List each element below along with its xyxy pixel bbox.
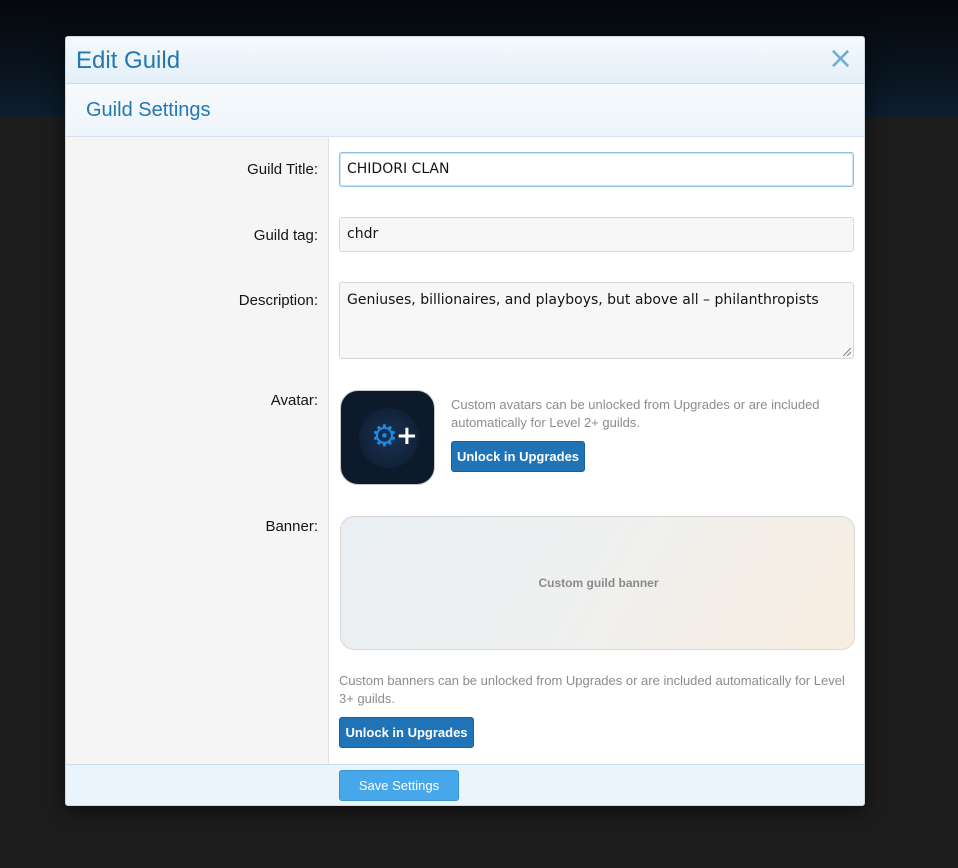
guild-tag-input[interactable]: chdr xyxy=(339,217,854,252)
guild-title-value: CHIDORI CLAN xyxy=(347,161,450,177)
gear-icon: ⚙ xyxy=(371,419,398,454)
guild-banner: Custom guild banner xyxy=(340,516,855,650)
modal-title: Edit Guild xyxy=(76,47,181,74)
modal-header: Edit Guild × xyxy=(66,37,864,84)
description-value: Geniuses, billionaires, and playboys, bu… xyxy=(347,292,819,308)
description-label: Description: xyxy=(238,292,318,309)
guild-tag-label: Guild tag: xyxy=(253,227,318,244)
guild-title-input[interactable]: CHIDORI CLAN xyxy=(339,152,854,187)
edit-guild-modal: Edit Guild × Guild Settings Guild Title:… xyxy=(65,36,865,806)
guild-avatar: ⚙ + xyxy=(340,390,435,485)
avatar-hint: Custom avatars can be unlocked from Upgr… xyxy=(451,397,820,430)
banner-hint: Custom banners can be unlocked from Upgr… xyxy=(339,673,845,706)
plus-icon: + xyxy=(396,421,418,451)
modal-footer: Save Settings xyxy=(66,764,864,805)
section-header: Guild Settings xyxy=(66,84,864,137)
section-title: Guild Settings xyxy=(86,99,211,121)
close-icon[interactable]: × xyxy=(828,44,853,74)
guild-title-label: Guild Title: xyxy=(247,161,318,178)
guild-tag-value: chdr xyxy=(347,226,379,242)
resize-grip-icon[interactable] xyxy=(843,348,851,356)
banner-placeholder: Custom guild banner xyxy=(538,576,659,590)
banner-label: Banner: xyxy=(265,518,318,535)
avatar-label: Avatar: xyxy=(270,392,318,409)
save-settings-button[interactable]: Save Settings xyxy=(339,770,459,801)
avatar-unlock-button[interactable]: Unlock in Upgrades xyxy=(451,441,585,472)
description-textarea[interactable]: Geniuses, billionaires, and playboys, bu… xyxy=(339,282,854,359)
banner-unlock-button[interactable]: Unlock in Upgrades xyxy=(339,717,474,748)
